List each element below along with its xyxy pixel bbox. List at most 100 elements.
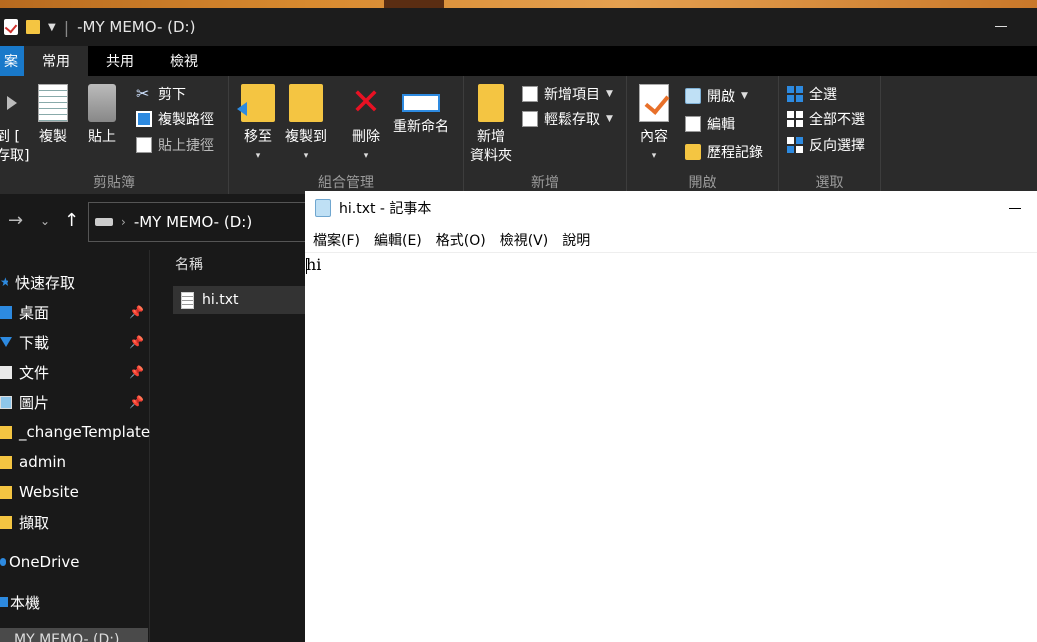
new-item-label: 新增項目 bbox=[544, 87, 600, 103]
new-folder-icon[interactable] bbox=[26, 20, 40, 34]
notepad-minimize-button[interactable] bbox=[1009, 208, 1021, 209]
easy-access-dropdown-icon: ▼ bbox=[606, 114, 613, 124]
menu-view[interactable]: 檢視(V) bbox=[500, 230, 549, 250]
cut-button[interactable]: ✂ 剪下 bbox=[136, 84, 186, 104]
paste-label: 貼上 bbox=[88, 129, 116, 145]
desktop-thumbnail bbox=[384, 0, 444, 8]
properties-icon bbox=[639, 84, 669, 122]
nav-item-capture[interactable]: 擷取 bbox=[0, 508, 150, 536]
notepad-window: hi.txt - 記事本 檔案(F) 編輯(E) 格式(O) 檢視(V) 說明 … bbox=[305, 191, 1037, 642]
select-group: 全選 全部不選 反向選擇 選取 bbox=[779, 76, 881, 194]
paste-button[interactable]: 貼上 bbox=[88, 84, 116, 147]
computer-icon bbox=[0, 597, 8, 607]
properties-dropdown-icon: ▾ bbox=[651, 151, 657, 161]
select-all-label: 全選 bbox=[809, 87, 837, 103]
edit-button[interactable]: 編輯 bbox=[685, 114, 735, 134]
new-folder-button[interactable]: 新增 資料夾 bbox=[470, 84, 512, 166]
properties-button[interactable]: 內容 ▾ bbox=[639, 84, 669, 166]
properties-check-icon[interactable] bbox=[4, 19, 18, 35]
nav-item-pictures[interactable]: 圖片 📌 bbox=[0, 388, 150, 416]
nav-item-website[interactable]: Website bbox=[0, 478, 150, 506]
scissors-icon: ✂ bbox=[136, 84, 150, 103]
pin-icon[interactable]: 📌 bbox=[129, 395, 144, 409]
breadcrumb-chevron-icon[interactable]: › bbox=[121, 215, 126, 229]
edit-label: 編輯 bbox=[707, 117, 735, 133]
nav-item-documents[interactable]: 文件 📌 bbox=[0, 358, 150, 386]
pin-icon[interactable]: 📌 bbox=[129, 335, 144, 349]
move-to-button[interactable]: 移至 ▾ bbox=[237, 84, 275, 166]
nav-item-changetemplate[interactable]: _changeTemplate bbox=[0, 418, 150, 446]
nav-item-admin[interactable]: admin bbox=[0, 448, 150, 476]
text-file-icon bbox=[181, 291, 194, 309]
file-row[interactable]: hi.txt bbox=[173, 286, 313, 314]
folder-icon bbox=[0, 485, 12, 499]
open-group: 內容 ▾ 開啟 ▼ 編輯 歷程記錄 開啟 bbox=[627, 76, 779, 194]
select-none-button[interactable]: 全部不選 bbox=[787, 109, 865, 129]
history-icon bbox=[685, 144, 701, 160]
folder-icon bbox=[0, 515, 12, 529]
menu-help[interactable]: 說明 bbox=[562, 230, 590, 250]
rename-label: 重新命名 bbox=[393, 119, 449, 135]
copy-button[interactable]: 複製 bbox=[38, 84, 68, 147]
open-button[interactable]: 開啟 ▼ bbox=[685, 86, 748, 106]
invert-selection-icon bbox=[787, 137, 803, 153]
properties-label: 內容 bbox=[640, 129, 668, 145]
folder-icon bbox=[0, 425, 12, 439]
organize-group: 移至 ▾ 複製到 ▾ ✕ 刪除 ▾ 重新命名 組合管理 bbox=[229, 76, 464, 194]
pin-to-quick-access-button[interactable]: 到 [ 存取] bbox=[0, 84, 29, 166]
new-group-label: 新增 bbox=[531, 175, 559, 191]
invert-selection-button[interactable]: 反向選擇 bbox=[787, 135, 865, 155]
tab-view[interactable]: 檢視 bbox=[152, 46, 216, 76]
nav-item-downloads[interactable]: 下載 📌 bbox=[0, 328, 150, 356]
nav-item-label: admin bbox=[19, 453, 66, 471]
easy-access-button[interactable]: 輕鬆存取 ▼ bbox=[522, 109, 613, 129]
history-button[interactable]: 歷程記錄 bbox=[685, 142, 763, 162]
tab-file[interactable]: 案 bbox=[0, 46, 24, 76]
notepad-text-area[interactable]: hi bbox=[305, 252, 1037, 642]
copy-to-label: 複製到 bbox=[285, 129, 327, 145]
tab-home[interactable]: 常用 bbox=[24, 46, 88, 76]
paste-shortcut-icon bbox=[136, 137, 152, 153]
move-to-label: 移至 bbox=[244, 129, 272, 145]
customize-toolbar-dropdown-icon[interactable]: ▼ bbox=[48, 22, 56, 33]
address-path[interactable]: -MY MEMO- (D:) bbox=[134, 213, 252, 231]
select-all-button[interactable]: 全選 bbox=[787, 84, 837, 104]
cut-label: 剪下 bbox=[158, 87, 186, 103]
nav-this-pc[interactable]: 本機 bbox=[0, 588, 150, 616]
download-icon bbox=[0, 337, 12, 347]
nav-item-label: Website bbox=[19, 483, 79, 501]
menu-format[interactable]: 格式(O) bbox=[436, 230, 486, 250]
nav-this-pc-label: 本機 bbox=[10, 593, 41, 612]
invert-selection-label: 反向選擇 bbox=[809, 138, 865, 154]
tab-share[interactable]: 共用 bbox=[88, 46, 152, 76]
desktop-icon bbox=[0, 305, 12, 319]
copy-path-icon bbox=[136, 111, 152, 127]
nav-drive-d[interactable]: MY MEMO- (D:) bbox=[0, 628, 148, 642]
nav-item-desktop[interactable]: 桌面 📌 bbox=[0, 298, 150, 326]
menu-file[interactable]: 檔案(F) bbox=[313, 230, 360, 250]
minimize-button[interactable] bbox=[995, 26, 1007, 27]
up-arrow-icon[interactable]: ↑ bbox=[64, 210, 79, 231]
new-item-button[interactable]: 新增項目 ▼ bbox=[522, 84, 613, 104]
pin-label: 到 [ 存取] bbox=[0, 129, 30, 164]
recent-locations-chevron-icon[interactable]: ⌄ bbox=[40, 214, 50, 228]
pin-icon[interactable]: 📌 bbox=[129, 365, 144, 379]
new-group: 新增 資料夾 新增項目 ▼ 輕鬆存取 ▼ 新增 bbox=[464, 76, 627, 194]
rename-button[interactable]: 重新命名 bbox=[393, 84, 449, 137]
column-header-name[interactable]: 名稱 bbox=[175, 254, 203, 274]
copy-path-button[interactable]: 複製路徑 bbox=[136, 109, 214, 129]
copy-to-button[interactable]: 複製到 ▾ bbox=[285, 84, 327, 166]
edit-pencil-icon bbox=[685, 116, 701, 132]
nav-onedrive[interactable]: OneDrive bbox=[0, 548, 150, 576]
paste-shortcut-button[interactable]: 貼上捷徑 bbox=[136, 135, 214, 155]
select-all-icon bbox=[787, 86, 803, 102]
nav-quick-access-label: 快速存取 bbox=[15, 273, 76, 292]
notepad-content: hi bbox=[306, 255, 322, 274]
pin-icon[interactable]: 📌 bbox=[129, 305, 144, 319]
delete-button[interactable]: ✕ 刪除 ▾ bbox=[349, 84, 383, 166]
nav-quick-access[interactable]: ★ 快速存取 bbox=[0, 268, 150, 296]
address-bar[interactable]: › -MY MEMO- (D:) bbox=[88, 202, 310, 242]
paste-shortcut-label: 貼上捷徑 bbox=[158, 138, 214, 154]
menu-edit[interactable]: 編輯(E) bbox=[374, 230, 422, 250]
forward-arrow-icon[interactable]: → bbox=[8, 210, 23, 231]
